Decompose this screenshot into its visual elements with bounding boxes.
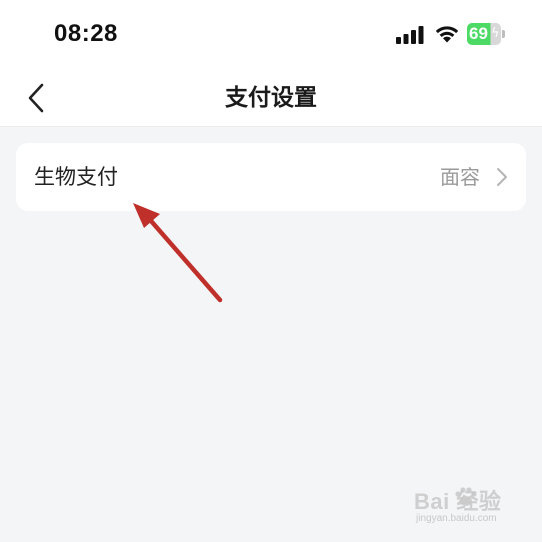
row-label: 生物支付 (34, 165, 118, 189)
charging-bolt-icon: ϟ (491, 26, 500, 41)
signal-icon (396, 26, 424, 44)
status-bar: 08:28 69 ϟ (0, 0, 542, 70)
chevron-left-icon (28, 83, 44, 113)
battery-icon: 69 ϟ (467, 23, 507, 45)
arrow-shaft (142, 211, 223, 303)
chevron-right-icon (497, 168, 507, 186)
battery-percentage: 69 (469, 24, 488, 43)
watermark: Bai 经验 jingyan.baidu.com (414, 484, 524, 532)
navigation-bar: 支付设置 (0, 70, 542, 127)
settings-row-biometric-pay[interactable]: 生物支付 面容 (16, 143, 526, 211)
watermark-logo: Bai 经验 (414, 489, 502, 514)
battery-cap (502, 30, 505, 38)
page-title: 支付设置 (225, 85, 317, 111)
row-value: 面容 (440, 165, 480, 189)
wifi-icon (435, 26, 459, 43)
watermark-url: jingyan.baidu.com (416, 513, 497, 524)
back-button[interactable] (16, 78, 56, 118)
status-time: 08:28 (54, 20, 118, 47)
paw-icon (455, 487, 477, 506)
